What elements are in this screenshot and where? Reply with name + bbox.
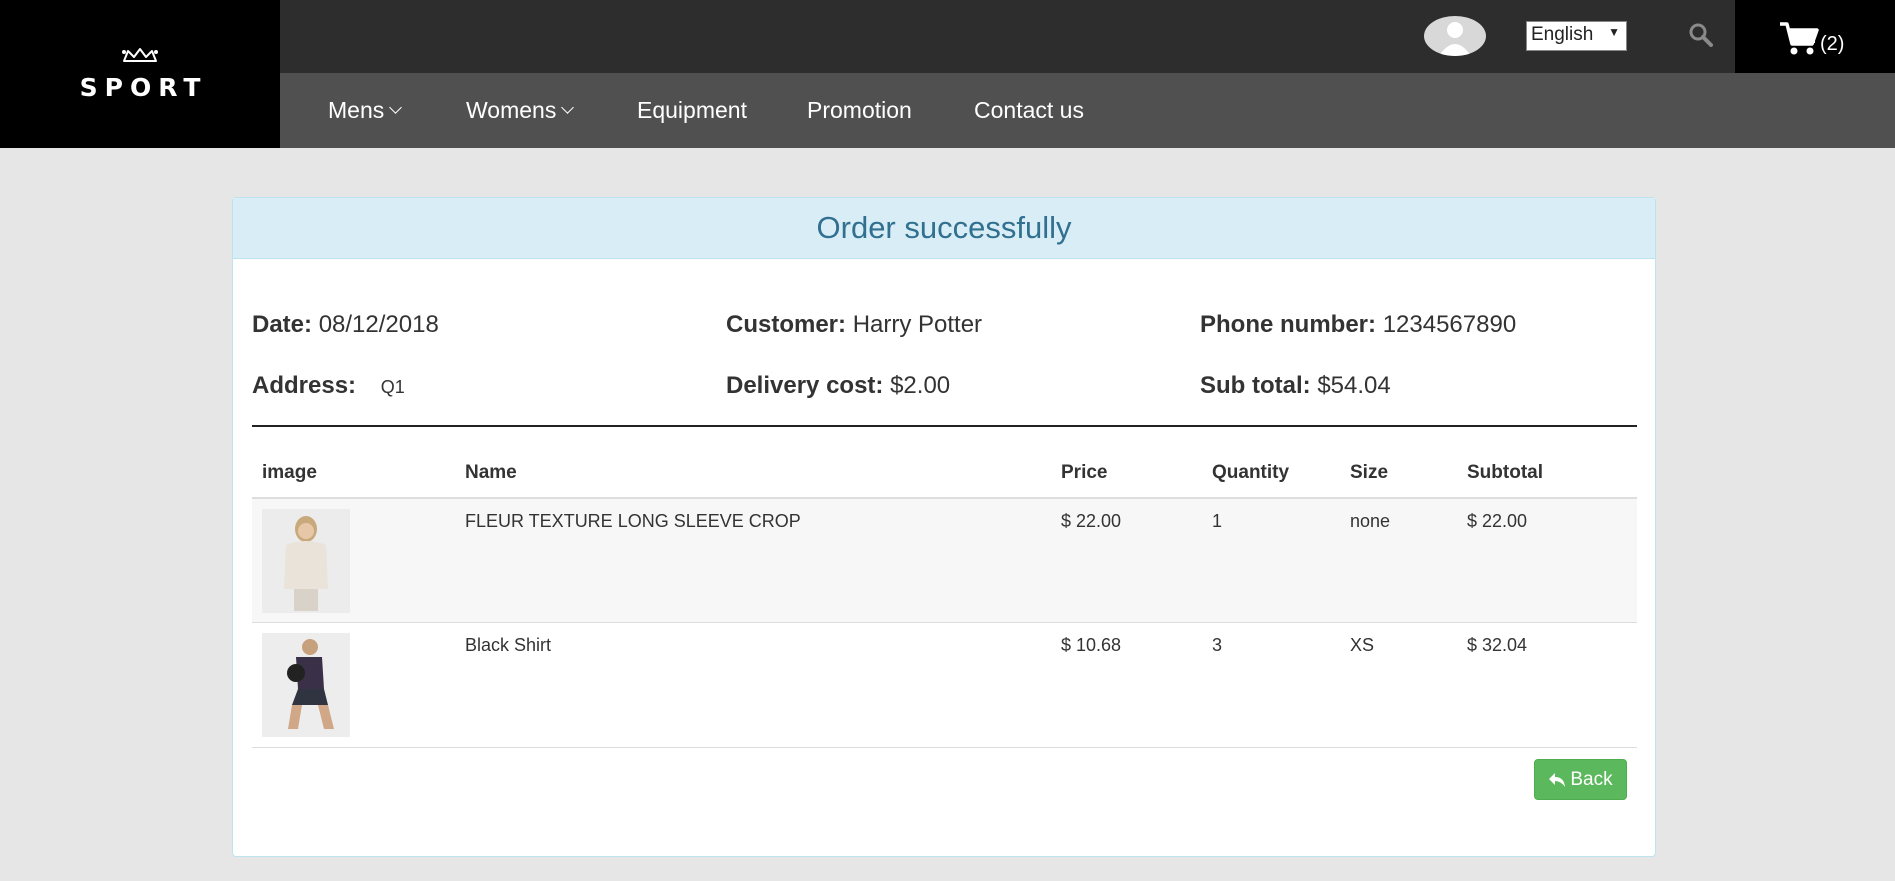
subtotal-label: Sub total: [1200, 372, 1311, 399]
customer-label: Customer: [726, 311, 847, 338]
table-bottom-border [252, 747, 1637, 748]
product-price: $ 10.68 [1061, 635, 1122, 655]
column-header-image: image [262, 462, 317, 483]
date-label: Date: [252, 311, 313, 338]
order-phone: Phone number: 1234567890 [1200, 311, 1516, 339]
column-header-subtotal: Subtotal [1467, 462, 1543, 483]
order-subtotal: Sub total: $54.04 [1200, 372, 1391, 400]
user-avatar-icon[interactable] [1424, 16, 1486, 56]
table-row: Black Shirt $ 10.68 3 XS $ 32.04 [252, 622, 1637, 747]
nav-item-promotion[interactable]: Promotion [807, 97, 912, 124]
product-quantity: 1 [1212, 511, 1223, 531]
product-price: $ 22.00 [1061, 511, 1122, 531]
chevron-down-icon [389, 101, 403, 114]
column-header-quantity: Quantity [1212, 462, 1290, 483]
language-select[interactable]: English ▼ [1526, 21, 1627, 51]
order-date: Date: 08/12/2018 [252, 311, 439, 339]
address-label: Address: [252, 372, 357, 399]
panel-heading: Order successfully [233, 198, 1655, 259]
nav-item-label: Promotion [807, 97, 912, 123]
top-bar: English ▼ [280, 0, 1735, 73]
product-subtotal: $ 32.04 [1467, 635, 1528, 655]
column-header-price: Price [1061, 462, 1108, 483]
shopping-cart-icon [1780, 22, 1819, 55]
nav-item-label: Womens [466, 97, 557, 123]
delivery-label: Delivery cost: [726, 372, 884, 399]
cart-count: (2) [1820, 33, 1845, 55]
nav-item-mens[interactable]: Mens [328, 97, 403, 124]
dropdown-arrow-icon: ▼ [1608, 25, 1620, 39]
nav-item-womens[interactable]: Womens [466, 97, 575, 124]
customer-value: Harry Potter [852, 311, 983, 338]
nav-item-label: Mens [328, 97, 385, 123]
order-customer: Customer: Harry Potter [726, 311, 982, 339]
delivery-value: $2.00 [890, 372, 951, 399]
main-nav: Mens Womens Equipment Promotion Contact … [280, 73, 1895, 148]
nav-item-equipment[interactable]: Equipment [637, 97, 747, 124]
product-subtotal: $ 22.00 [1467, 511, 1528, 531]
product-quantity: 3 [1212, 635, 1223, 655]
column-header-name: Name [465, 462, 517, 483]
product-image[interactable] [262, 509, 350, 613]
divider [252, 425, 1637, 427]
address-value: Q1 [380, 377, 405, 397]
date-value: 08/12/2018 [318, 311, 439, 338]
back-button-label: Back [1570, 768, 1613, 790]
order-address: Address: Q1 [252, 372, 405, 400]
product-name: FLEUR TEXTURE LONG SLEEVE CROP [465, 511, 801, 531]
brand-logo[interactable]: SPORT [0, 0, 280, 148]
product-size: none [1350, 511, 1391, 531]
phone-value: 1234567890 [1382, 311, 1517, 338]
subtotal-value: $54.04 [1317, 372, 1391, 399]
column-header-size: Size [1350, 462, 1389, 483]
nav-item-label: Contact us [974, 97, 1084, 123]
language-selected: English [1531, 24, 1594, 45]
order-heading: Order successfully [816, 210, 1072, 245]
back-button[interactable]: Back [1534, 759, 1627, 800]
nav-item-label: Equipment [637, 97, 747, 123]
order-delivery-cost: Delivery cost: $2.00 [726, 372, 950, 400]
product-image[interactable] [262, 633, 350, 737]
order-panel: Order successfully Date: 08/12/2018 Cust… [232, 197, 1656, 857]
logo-text: SPORT [79, 72, 208, 102]
search-icon[interactable] [1688, 22, 1714, 48]
crown-icon [122, 47, 158, 62]
phone-label: Phone number: [1200, 311, 1377, 338]
product-name: Black Shirt [465, 635, 552, 655]
chevron-down-icon [561, 101, 575, 114]
cart-button[interactable]: (2) [1735, 0, 1895, 73]
product-size: XS [1350, 635, 1375, 655]
nav-item-contact-us[interactable]: Contact us [974, 97, 1084, 124]
table-row: FLEUR TEXTURE LONG SLEEVE CROP $ 22.00 1… [252, 497, 1637, 622]
reply-arrow-icon [1549, 772, 1566, 787]
